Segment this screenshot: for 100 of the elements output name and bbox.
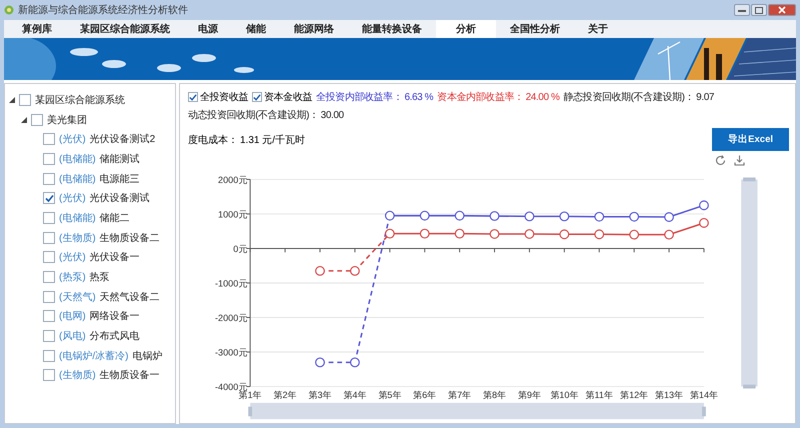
export-button[interactable]: 导出Excel bbox=[712, 128, 789, 151]
metric-label: 资本金内部收益率： bbox=[437, 90, 524, 104]
minimize-icon bbox=[738, 8, 746, 12]
menu-tab[interactable]: 算例库 bbox=[8, 20, 66, 38]
checkbox[interactable] bbox=[43, 152, 55, 165]
tree-item-label[interactable]: 电源能三 bbox=[100, 172, 140, 186]
axis-label: 1000元 bbox=[218, 209, 248, 220]
checkbox[interactable] bbox=[43, 251, 55, 264]
axis-label: 0元 bbox=[233, 244, 248, 254]
zoom-slider[interactable] bbox=[248, 402, 706, 420]
checkbox[interactable] bbox=[19, 94, 31, 106]
menu-tab[interactable]: 储能 bbox=[232, 20, 280, 38]
axis-label: 第7年 bbox=[448, 390, 472, 400]
tree-item-label[interactable]: 网络设备一 bbox=[90, 309, 140, 324]
data-point bbox=[350, 358, 360, 368]
axis-label: -2000元 bbox=[215, 312, 248, 323]
tree-item-label[interactable]: 光伏设备一 bbox=[90, 250, 140, 264]
checkbox[interactable] bbox=[43, 271, 55, 284]
data-point bbox=[524, 229, 534, 239]
menu-tab[interactable]: 全国性分析 bbox=[496, 20, 574, 38]
axis-label: 2000元 bbox=[218, 174, 248, 185]
data-point bbox=[559, 211, 570, 222]
data-point bbox=[350, 266, 360, 276]
device-type-label: (电网) bbox=[59, 310, 86, 324]
axis-label: 第4年 bbox=[343, 390, 366, 400]
data-point bbox=[490, 229, 500, 239]
device-type-label: (风电) bbox=[59, 330, 86, 344]
data-point bbox=[629, 230, 640, 240]
menu-tab[interactable]: 关于 bbox=[574, 20, 622, 38]
device-type-label: (光伏) bbox=[59, 250, 86, 264]
refresh-icon[interactable] bbox=[715, 155, 726, 166]
download-icon[interactable] bbox=[734, 155, 745, 166]
tree-item-label[interactable]: 储能测试 bbox=[100, 152, 140, 166]
checkbox[interactable] bbox=[43, 192, 55, 204]
menu-tab[interactable]: 能量转换设备 bbox=[348, 20, 436, 38]
checkbox[interactable] bbox=[43, 133, 55, 146]
device-type-label: (电储能) bbox=[59, 212, 96, 225]
metric-label: 动态投资回收期(不含建设期)： bbox=[188, 108, 319, 122]
data-point bbox=[559, 229, 570, 240]
axis-label: 第6年 bbox=[413, 390, 436, 400]
data-point bbox=[699, 218, 709, 228]
axis-label: 第11年 bbox=[586, 390, 613, 400]
tree-item-label[interactable]: 生物质设备二 bbox=[100, 230, 160, 245]
window-title: 新能源与综合能源系统经济性分析软件 bbox=[18, 4, 188, 17]
device-type-label: (热泵) bbox=[59, 271, 86, 284]
close-icon bbox=[778, 6, 786, 14]
checkbox[interactable] bbox=[43, 212, 55, 224]
menu-tab[interactable]: 能源网络 bbox=[280, 20, 348, 38]
expand-icon[interactable] bbox=[9, 96, 15, 103]
checkbox[interactable] bbox=[43, 310, 55, 322]
data-point bbox=[490, 211, 500, 221]
close-button[interactable] bbox=[768, 4, 796, 16]
tree-item-label[interactable]: 生物质设备一 bbox=[100, 368, 160, 382]
option-label: 资本金收益 bbox=[264, 90, 312, 104]
metric-value: 30.00 bbox=[320, 110, 344, 120]
data-point bbox=[699, 200, 709, 210]
tree-item-label[interactable]: 光伏设备测试 bbox=[90, 191, 150, 206]
axis-label: 第10年 bbox=[550, 390, 578, 400]
axis-label: -1000元 bbox=[215, 278, 248, 288]
data-point bbox=[454, 210, 464, 221]
minimize-button[interactable] bbox=[734, 4, 750, 16]
checkbox[interactable] bbox=[43, 172, 55, 185]
tree-item-label[interactable]: 分布式风电 bbox=[90, 329, 140, 344]
axis-label: 第3年 bbox=[308, 390, 332, 400]
menu-tab[interactable]: 电源 bbox=[184, 20, 232, 38]
axis-label: -3000元 bbox=[215, 347, 248, 358]
tree-item-label[interactable]: 美光集团 bbox=[47, 112, 87, 127]
tree-item-label[interactable]: 某园区综合能源系统 bbox=[35, 92, 125, 107]
metric-value: 9.07 bbox=[696, 92, 714, 102]
data-point bbox=[454, 228, 464, 239]
metric-value: 6.63 % bbox=[404, 92, 434, 102]
zoom-slider[interactable] bbox=[741, 178, 758, 388]
tree-item-label[interactable]: 电锅炉 bbox=[132, 348, 162, 363]
maximize-button[interactable] bbox=[751, 4, 767, 16]
data-point bbox=[629, 212, 640, 222]
menu-tab[interactable]: 分析 bbox=[436, 20, 496, 38]
tree-item-label[interactable]: 储能二 bbox=[100, 210, 130, 225]
data-point bbox=[384, 210, 395, 221]
device-type-label: (电储能) bbox=[59, 172, 96, 186]
axis-label: 第5年 bbox=[378, 390, 402, 400]
tree-item-label[interactable]: 热泵 bbox=[90, 270, 110, 284]
expand-icon[interactable] bbox=[21, 116, 27, 123]
device-type-label: (光伏) bbox=[59, 132, 86, 146]
tree-item-label[interactable]: 光伏设备测试2 bbox=[90, 132, 156, 146]
checkbox[interactable] bbox=[252, 92, 262, 102]
checkbox[interactable] bbox=[43, 232, 55, 244]
checkbox[interactable] bbox=[43, 350, 55, 362]
menu-tab[interactable]: 某园区综合能源系统 bbox=[66, 20, 184, 38]
axis-label: 第8年 bbox=[482, 390, 506, 400]
data-point bbox=[384, 228, 395, 239]
device-type-label: (天然气) bbox=[59, 290, 96, 304]
checkbox[interactable] bbox=[43, 369, 55, 382]
checkbox[interactable] bbox=[31, 114, 43, 126]
checkbox[interactable] bbox=[43, 330, 55, 342]
checkbox[interactable] bbox=[43, 290, 55, 303]
axis-label: 第9年 bbox=[518, 390, 541, 400]
metric-label: 全投资内部收益率： bbox=[316, 90, 402, 104]
metric-value: 24.00 % bbox=[526, 92, 560, 102]
checkbox[interactable] bbox=[188, 92, 198, 102]
tree-item-label[interactable]: 天然气设备二 bbox=[100, 290, 160, 304]
